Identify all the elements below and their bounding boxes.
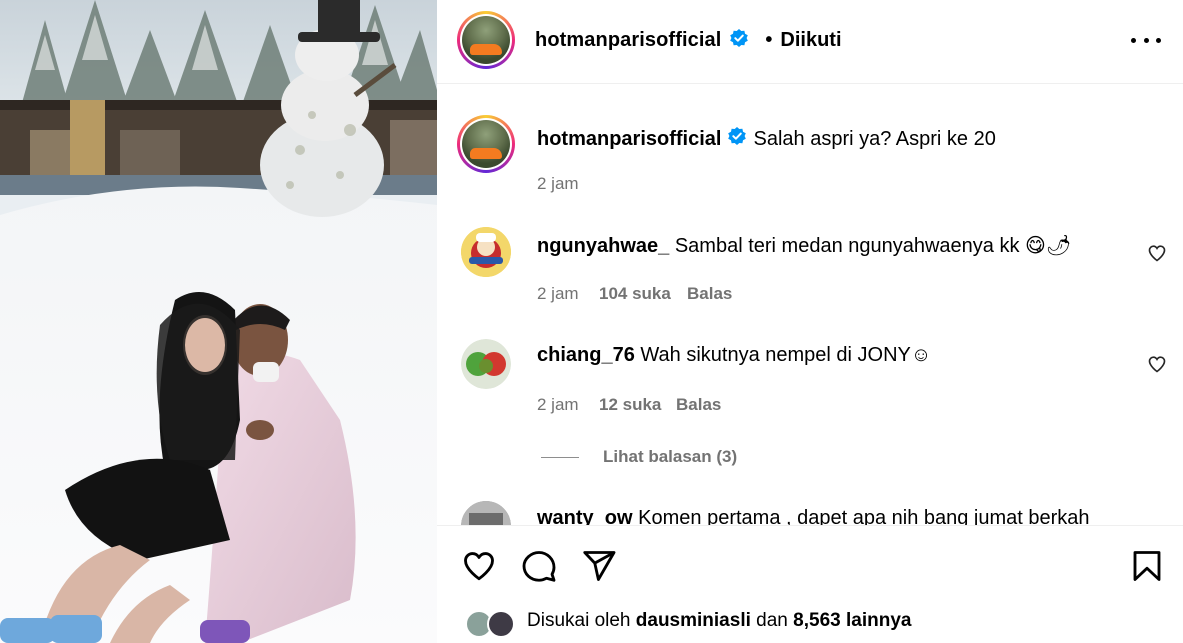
caption-text: Salah aspri ya? Aspri ke 20 (753, 127, 996, 150)
comment-reply-button[interactable]: Balas (687, 284, 732, 304)
verified-badge-icon (727, 126, 747, 152)
author-username[interactable]: hotmanparisofficial (535, 29, 721, 52)
likes-count[interactable]: 8,563 lainnya (793, 610, 911, 631)
comment-avatar[interactable] (461, 339, 511, 389)
likes-prefix: Disukai oleh (527, 610, 631, 631)
comment-reply-button[interactable]: Balas (676, 395, 721, 415)
likes-summary: Disukai oleh dausminiasli dan 8,563 lain… (527, 610, 911, 632)
caption-avatar[interactable] (457, 115, 515, 173)
comment-text: Wah sikutnya nempel di JONY☺ (640, 344, 932, 366)
post-header: hotmanparisofficial • Diikuti (437, 0, 1183, 84)
comment-likes[interactable]: 12 suka (599, 395, 661, 415)
comment-username[interactable]: chiang_76 (537, 344, 635, 366)
separator-dot: • (765, 29, 773, 51)
replies-divider-line (541, 457, 579, 458)
comment-time[interactable]: 2 jam (537, 395, 579, 415)
comment-like-heart-icon[interactable] (1147, 243, 1167, 263)
author-avatar[interactable] (457, 11, 515, 69)
comment-avatar[interactable] (461, 227, 511, 277)
comment-text-row: chiang_76 Wah sikutnya nempel di JONY☺ (537, 344, 931, 367)
comment-like-heart-icon[interactable] (1147, 354, 1167, 374)
header-author-row: hotmanparisofficial • Diikuti (535, 28, 842, 53)
liker-username[interactable]: dausminiasli (636, 610, 751, 631)
comment-username[interactable]: wanty_ow (537, 507, 633, 525)
comment-avatar[interactable] (461, 501, 511, 525)
comment-text-row: wanty_ow Komen pertama , dapet apa nih b… (537, 507, 1090, 525)
comment-likes[interactable]: 104 suka (599, 284, 671, 304)
post-photo[interactable] (0, 0, 437, 643)
caption-text-row: hotmanparisofficial Salah aspri ya? Aspr… (537, 126, 996, 152)
comment-icon[interactable] (521, 548, 557, 584)
heart-icon[interactable] (461, 548, 497, 584)
comment-time[interactable]: 2 jam (537, 284, 579, 304)
comment-text-row: ngunyahwae_ Sambal teri medan ngunyahwae… (537, 233, 1071, 258)
share-icon[interactable] (581, 548, 617, 584)
view-replies-button[interactable]: Lihat balasan (3) (603, 447, 737, 467)
comment-text: Komen pertama , dapet apa nih bang jumat… (638, 507, 1090, 525)
post-actions: Disukai oleh dausminiasli dan 8,563 lain… (437, 525, 1183, 643)
likes-joiner: dan (756, 610, 788, 631)
more-options-icon[interactable] (1131, 30, 1161, 50)
comments-list[interactable]: hotmanparisofficial Salah aspri ya? Aspr… (437, 85, 1183, 525)
verified-badge-icon (729, 28, 749, 53)
caption-username[interactable]: hotmanparisofficial (537, 128, 721, 151)
post-photo-illustration (0, 0, 437, 643)
post-panel: hotmanparisofficial • Diikuti hotmanpari… (437, 0, 1183, 643)
comment-text: Sambal teri medan ngunyahwaenya kk 😋🌶 (674, 235, 1072, 257)
comment-username[interactable]: ngunyahwae_ (537, 235, 669, 257)
follow-status-button[interactable]: Diikuti (780, 29, 841, 52)
liker-avatar[interactable] (487, 610, 515, 638)
bookmark-icon[interactable] (1129, 548, 1165, 584)
caption-time[interactable]: 2 jam (537, 174, 579, 194)
